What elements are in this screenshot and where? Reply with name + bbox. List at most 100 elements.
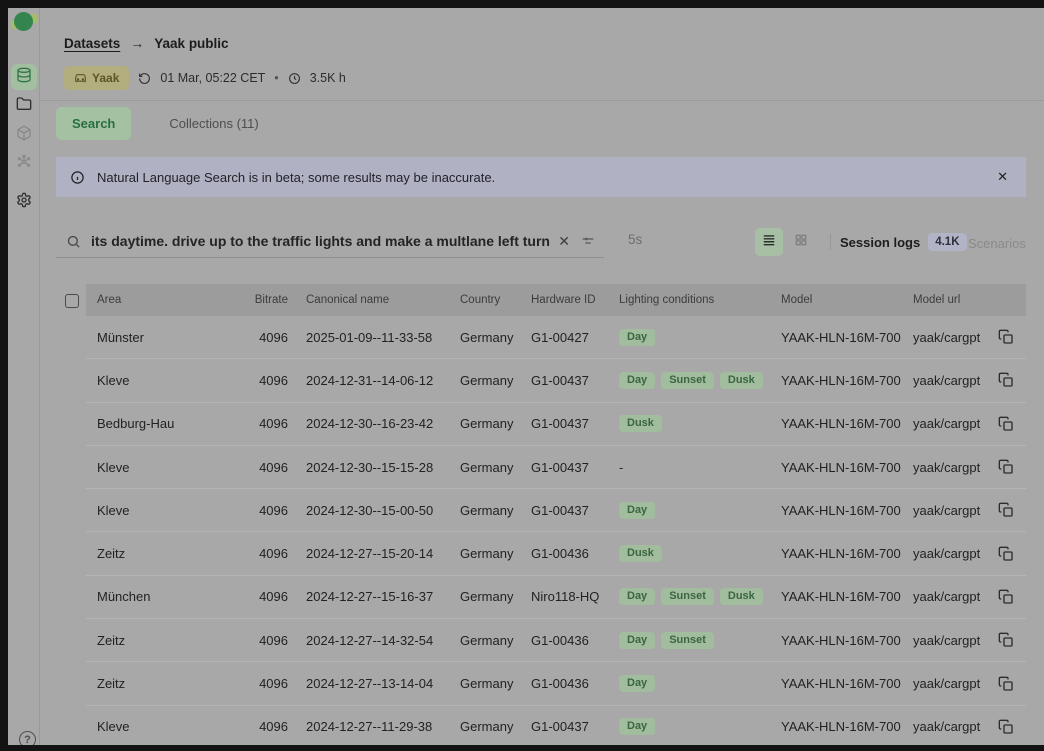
table-row[interactable]: Bedburg-Hau40962024-12-30--16-23-42Germa… bbox=[86, 403, 1026, 446]
copy-icon[interactable] bbox=[998, 719, 1014, 735]
tab-collections[interactable]: Collections (11) bbox=[153, 107, 274, 140]
cell-model_url: yaak/cargpt bbox=[913, 460, 992, 475]
cell-lighting: - bbox=[619, 460, 781, 475]
table-row[interactable]: Kleve40962024-12-30--15-00-50GermanyG1-0… bbox=[86, 489, 1026, 532]
cell-hardware: G1-00437 bbox=[531, 503, 619, 518]
search-input[interactable] bbox=[91, 233, 550, 249]
table-body: Münster40962025-01-09--11-33-58GermanyG1… bbox=[86, 316, 1026, 745]
table-row[interactable]: Münster40962025-01-09--11-33-58GermanyG1… bbox=[86, 316, 1026, 359]
table-row[interactable]: Kleve40962024-12-30--15-15-28GermanyG1-0… bbox=[86, 446, 1026, 489]
table-row[interactable]: Zeitz40962024-12-27--15-20-14GermanyG1-0… bbox=[86, 532, 1026, 575]
cell-model_url: yaak/cargpt bbox=[913, 416, 992, 431]
sidebar-item-collections[interactable] bbox=[11, 93, 37, 119]
clock-icon bbox=[288, 72, 301, 85]
cell-area: Bedburg-Hau bbox=[97, 416, 247, 431]
breadcrumb-datasets-link[interactable]: Datasets bbox=[64, 36, 120, 51]
cell-area: Zeitz bbox=[97, 633, 247, 648]
lighting-tag: Sunset bbox=[661, 588, 714, 605]
copy-icon[interactable] bbox=[998, 632, 1014, 648]
column-header-lighting: Lighting conditions bbox=[619, 294, 781, 306]
cell-canonical: 2024-12-30--15-15-28 bbox=[288, 460, 460, 475]
cell-hardware: Niro118-HQ bbox=[531, 589, 619, 604]
cell-copy bbox=[992, 329, 1026, 345]
banner-close-icon[interactable]: ✕ bbox=[993, 167, 1012, 187]
column-header-bitrate: Bitrate bbox=[247, 294, 288, 306]
lighting-tag: Day bbox=[619, 502, 655, 519]
cell-country: Germany bbox=[460, 676, 531, 691]
table-header-row: AreaBitrateCanonical nameCountryHardware… bbox=[86, 284, 1026, 316]
cell-bitrate: 4096 bbox=[247, 676, 288, 691]
cell-country: Germany bbox=[460, 633, 531, 648]
clear-search-icon[interactable]: ✕ bbox=[550, 233, 578, 250]
cell-area: Kleve bbox=[97, 460, 247, 475]
cell-canonical: 2025-01-09--11-33-58 bbox=[288, 330, 460, 345]
grid-view-button[interactable] bbox=[787, 228, 815, 256]
app-logo[interactable] bbox=[11, 11, 39, 33]
cell-hardware: G1-00436 bbox=[531, 676, 619, 691]
copy-icon[interactable] bbox=[998, 459, 1014, 475]
cell-copy bbox=[992, 632, 1026, 648]
list-view-button[interactable] bbox=[755, 228, 783, 256]
folder-icon bbox=[16, 96, 32, 117]
sidebar-item-datasets[interactable] bbox=[11, 64, 37, 90]
copy-icon[interactable] bbox=[998, 676, 1014, 692]
copy-icon[interactable] bbox=[998, 416, 1014, 432]
select-all-checkbox[interactable] bbox=[65, 294, 79, 308]
column-header-model_url: Model url bbox=[913, 294, 992, 306]
table-row[interactable]: Zeitz40962024-12-27--13-14-04GermanyG1-0… bbox=[86, 662, 1026, 705]
cell-hardware: G1-00437 bbox=[531, 373, 619, 388]
sidebar-item-settings[interactable] bbox=[11, 189, 37, 215]
session-logs-count-badge: 4.1K bbox=[928, 233, 966, 251]
copy-icon[interactable] bbox=[998, 329, 1014, 345]
lighting-tag: Day bbox=[619, 588, 655, 605]
cell-copy bbox=[992, 459, 1026, 475]
cell-hardware: G1-00437 bbox=[531, 416, 619, 431]
lighting-tag: Dusk bbox=[720, 372, 763, 389]
cell-canonical: 2024-12-27--14-32-54 bbox=[288, 633, 460, 648]
copy-icon[interactable] bbox=[998, 502, 1014, 518]
header-divider bbox=[40, 100, 1044, 101]
session-logs-toggle[interactable]: Session logs 4.1K bbox=[840, 233, 967, 251]
cell-model_url: yaak/cargpt bbox=[913, 503, 992, 518]
tab-search[interactable]: Search bbox=[56, 107, 131, 140]
filter-lines-icon[interactable] bbox=[578, 233, 604, 249]
cell-bitrate: 4096 bbox=[247, 373, 288, 388]
cell-bitrate: 4096 bbox=[247, 503, 288, 518]
beta-banner: Natural Language Search is in beta; some… bbox=[56, 157, 1026, 197]
cell-bitrate: 4096 bbox=[247, 633, 288, 648]
table-row[interactable]: Zeitz40962024-12-27--14-32-54GermanyG1-0… bbox=[86, 619, 1026, 662]
cell-model_url: yaak/cargpt bbox=[913, 546, 992, 561]
cell-copy bbox=[992, 416, 1026, 432]
cell-canonical: 2024-12-31--14-06-12 bbox=[288, 373, 460, 388]
cell-area: Zeitz bbox=[97, 676, 247, 691]
copy-icon[interactable] bbox=[998, 589, 1014, 605]
cell-canonical: 2024-12-30--15-00-50 bbox=[288, 503, 460, 518]
breadcrumb: Datasets → Yaak public bbox=[64, 34, 229, 52]
lighting-tag: Dusk bbox=[720, 588, 763, 605]
copy-icon[interactable] bbox=[998, 372, 1014, 388]
cell-model: YAAK-HLN-16M-700 bbox=[781, 373, 913, 388]
copy-icon[interactable] bbox=[998, 546, 1014, 562]
sidebar-item-graph[interactable] bbox=[11, 151, 37, 177]
cell-lighting: DaySunset bbox=[619, 632, 781, 649]
scenarios-toggle[interactable]: Scenarios bbox=[968, 236, 1026, 251]
controls-divider bbox=[830, 234, 831, 250]
help-icon[interactable]: ? bbox=[19, 731, 36, 745]
cell-model_url: yaak/cargpt bbox=[913, 330, 992, 345]
cell-model_url: yaak/cargpt bbox=[913, 676, 992, 691]
table-row[interactable]: Kleve40962024-12-27--11-29-38GermanyG1-0… bbox=[86, 706, 1026, 745]
cell-bitrate: 4096 bbox=[247, 416, 288, 431]
column-header-canonical: Canonical name bbox=[288, 294, 460, 306]
table-row[interactable]: Kleve40962024-12-31--14-06-12GermanyG1-0… bbox=[86, 359, 1026, 402]
cell-model_url: yaak/cargpt bbox=[913, 373, 992, 388]
org-badge[interactable]: Yaak bbox=[64, 66, 129, 90]
dataset-datetime: 01 Mar, 05:22 CET bbox=[160, 71, 265, 85]
cell-model: YAAK-HLN-16M-700 bbox=[781, 589, 913, 604]
lighting-tag: Day bbox=[619, 329, 655, 346]
table-row[interactable]: München40962024-12-27--15-16-37GermanyNi… bbox=[86, 576, 1026, 619]
cell-model_url: yaak/cargpt bbox=[913, 589, 992, 604]
cell-country: Germany bbox=[460, 589, 531, 604]
grid-view-icon bbox=[794, 233, 808, 252]
sidebar-item-models[interactable] bbox=[11, 122, 37, 148]
cell-model: YAAK-HLN-16M-700 bbox=[781, 676, 913, 691]
